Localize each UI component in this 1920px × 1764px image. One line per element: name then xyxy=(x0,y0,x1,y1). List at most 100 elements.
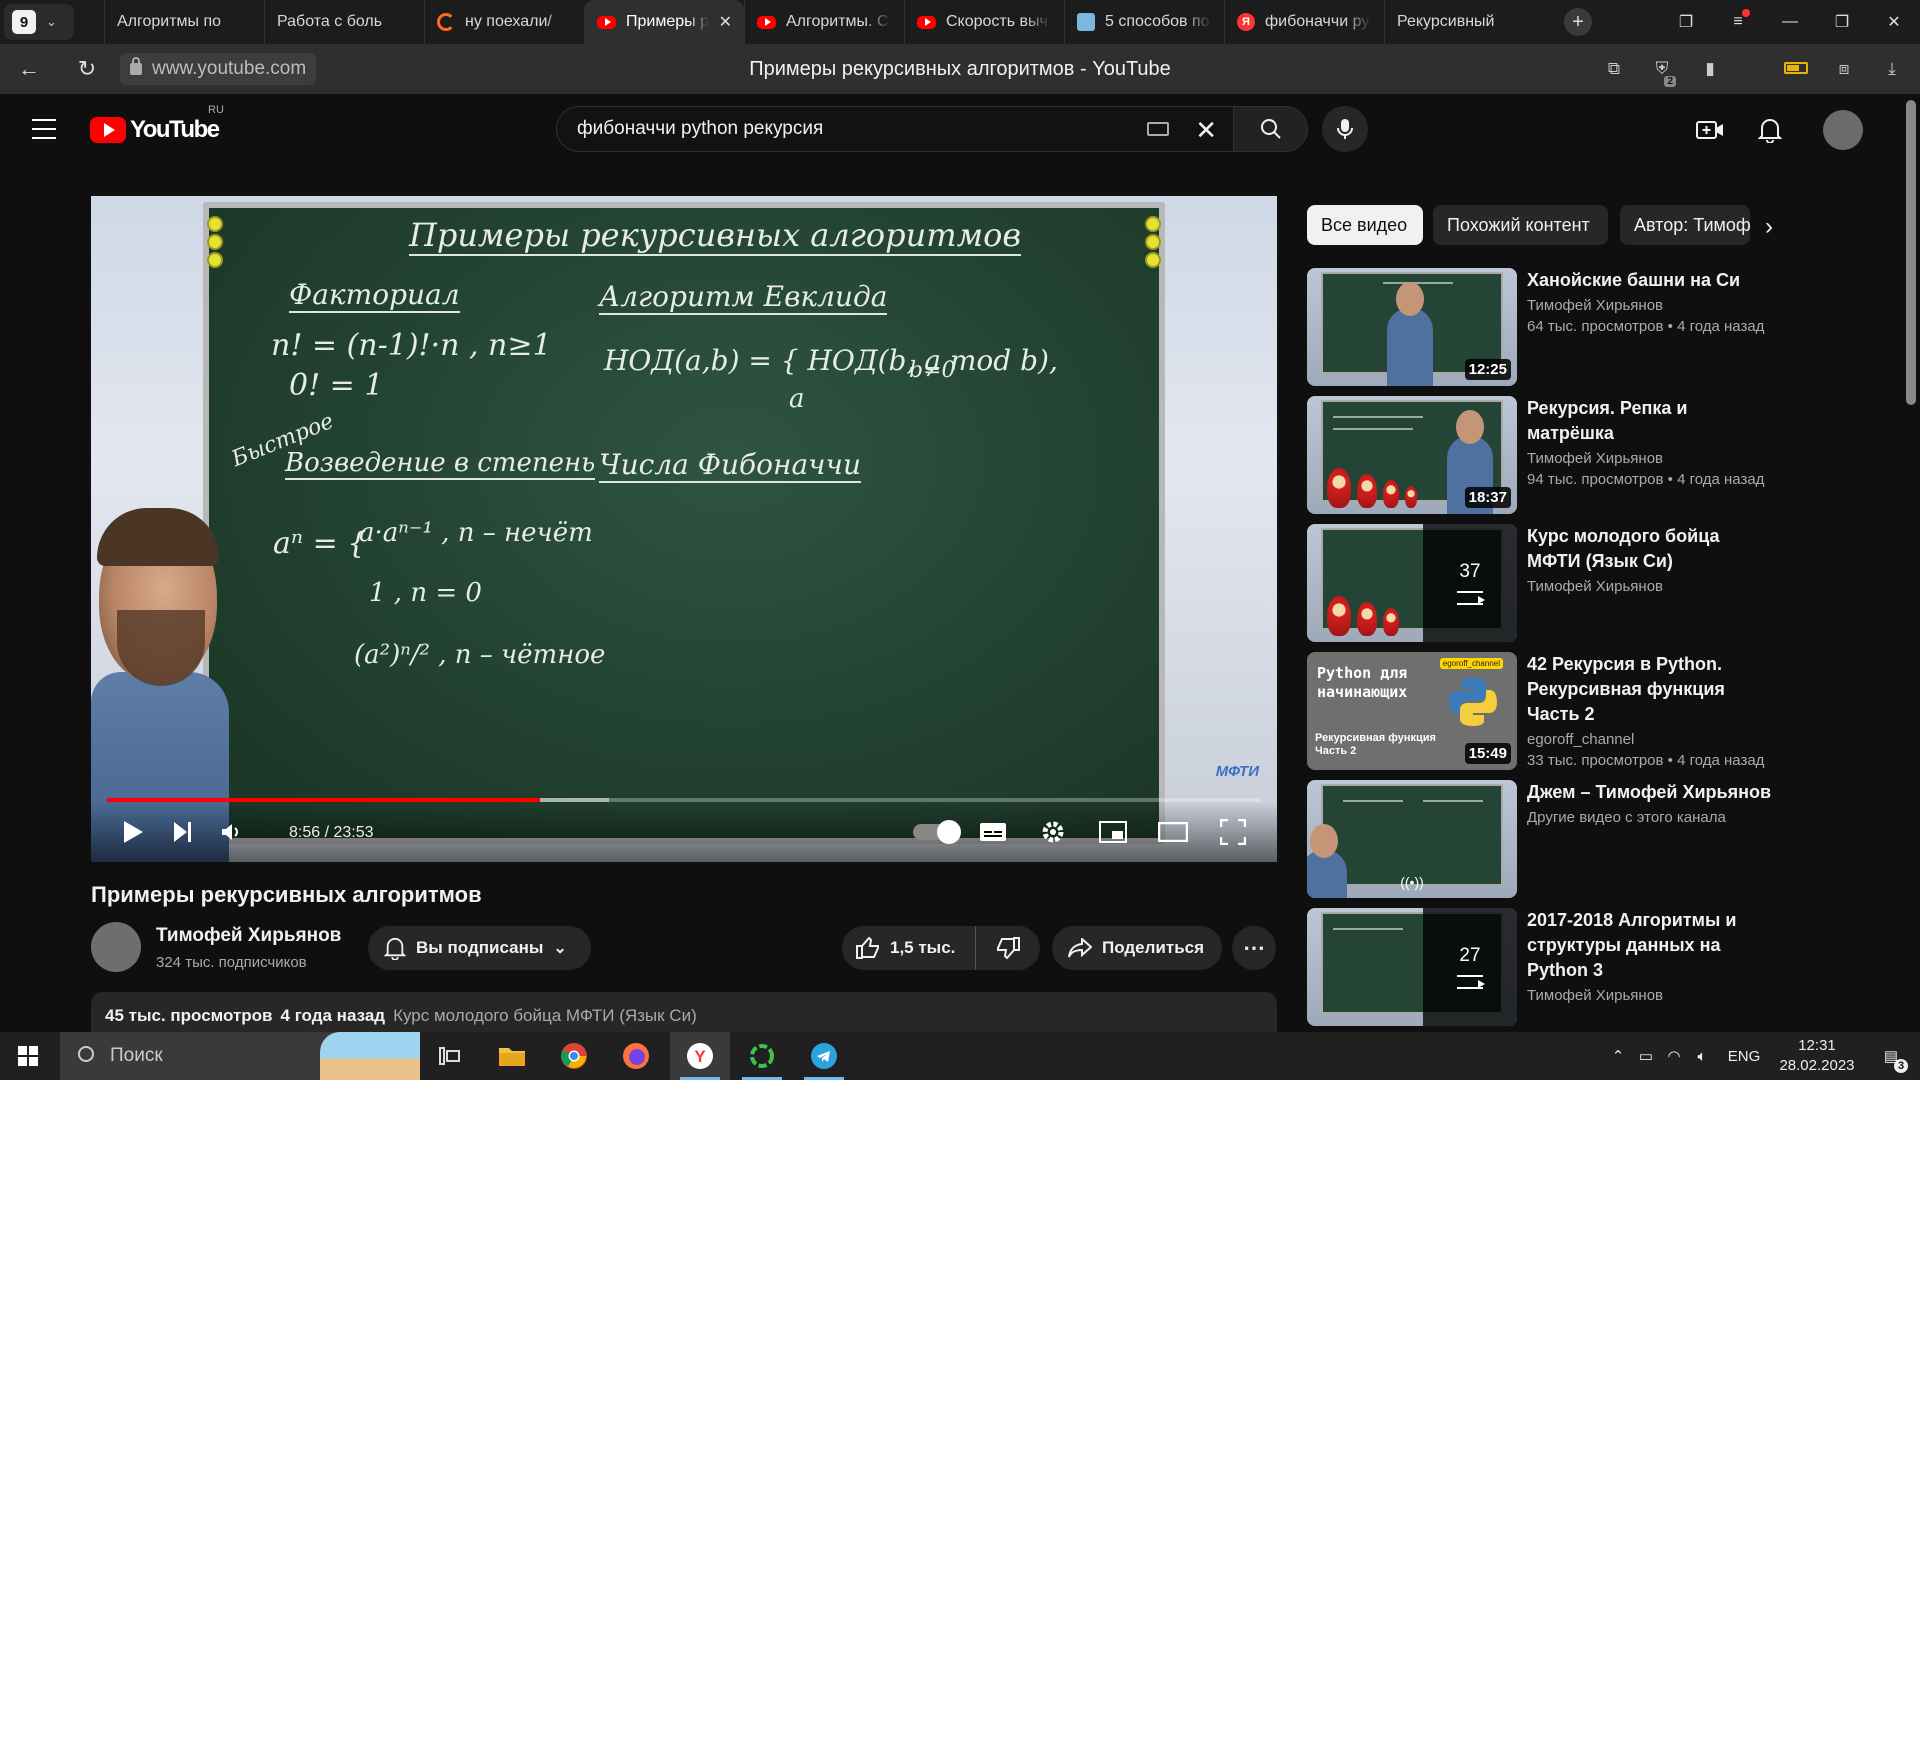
magnet xyxy=(1145,252,1161,268)
input-language[interactable]: ENG xyxy=(1716,1048,1772,1065)
back-arrow-icon[interactable]: ← xyxy=(0,56,58,82)
browser-tab[interactable]: Работа с боль xyxy=(264,0,424,44)
channel-avatar[interactable] xyxy=(91,922,141,972)
notifications-button[interactable] xyxy=(1754,114,1786,146)
browser-tab[interactable]: Алгоритмы по xyxy=(104,0,264,44)
playlist-count: 37 xyxy=(1459,561,1481,582)
autoplay-switch-icon xyxy=(913,820,961,844)
page-scrollbar[interactable] xyxy=(1906,100,1916,405)
clear-search-icon[interactable]: ✕ xyxy=(1195,115,1217,146)
battery-saver-icon[interactable] xyxy=(1776,59,1816,79)
play-button[interactable] xyxy=(111,810,155,854)
restore-button[interactable]: ❐ xyxy=(1816,12,1868,32)
video-thumbnail[interactable]: 12:25 xyxy=(1307,268,1517,386)
notification-center-icon[interactable]: ▤ 3 xyxy=(1862,1047,1920,1073)
miniplayer-button[interactable] xyxy=(1091,810,1135,854)
url-field[interactable]: www.youtube.com xyxy=(120,53,317,85)
green-app-icon[interactable] xyxy=(732,1032,792,1080)
video-player[interactable]: Примеры рекурсивных алгоритмов Факториал… xyxy=(91,196,1277,862)
live-thumbnail[interactable]: ((•)) xyxy=(1307,780,1517,898)
subtitles-button[interactable] xyxy=(971,810,1015,854)
share-button[interactable]: Поделиться xyxy=(1052,926,1222,970)
protect-icon[interactable]: ⛨ 2 xyxy=(1642,59,1682,87)
collections-icon[interactable]: ❐ xyxy=(1660,12,1712,32)
menu-icon[interactable]: ≡ xyxy=(1712,9,1764,31)
youtube-logo[interactable]: YouTube RU xyxy=(90,104,224,144)
task-view-icon[interactable] xyxy=(420,1032,480,1080)
recommendation-item[interactable]: 18:37 Рекурсия. Репка и матрёшка Тимофей… xyxy=(1307,396,1777,514)
wifi-icon[interactable]: ◠ xyxy=(1660,1047,1688,1065)
chip-author[interactable]: Автор: Тимофей Хирьянов xyxy=(1620,205,1750,245)
extensions-icon[interactable]: ⧈ xyxy=(1824,59,1864,79)
browser-tab[interactable]: Рекурсивный xyxy=(1384,0,1544,44)
tab-count: 9 xyxy=(12,10,36,34)
playlist-thumbnail[interactable]: 37 xyxy=(1307,524,1517,642)
star-favicon-icon xyxy=(1077,13,1095,31)
browser-tab[interactable]: Алгоритмы. С xyxy=(744,0,904,44)
chip-related[interactable]: Похожий контент xyxy=(1433,205,1608,245)
recommendation-channel: Тимофей Хирьянов xyxy=(1527,987,1664,1004)
time-total: 23:53 xyxy=(333,824,374,841)
description-playlist[interactable]: Курс молодого бойца МФТИ (Язык Си) xyxy=(393,1006,697,1025)
yandex-browser-icon[interactable]: Y xyxy=(670,1032,730,1080)
recommendation-meta: 33 тыс. просмотров • 4 года назад xyxy=(1527,752,1765,769)
playlist-count: 27 xyxy=(1459,945,1481,966)
chevron-up-icon[interactable]: ⌃ xyxy=(1604,1047,1632,1065)
browser-tab[interactable]: Скорость выч xyxy=(904,0,1064,44)
recommendation-item[interactable]: 37 Курс молодого бойца МФТИ (Язык Си) Ти… xyxy=(1307,524,1777,642)
channel-name[interactable]: Тимофей Хирьянов xyxy=(156,925,341,947)
mute-button[interactable] xyxy=(209,810,253,854)
reload-icon[interactable]: ↻ xyxy=(58,56,116,82)
playlist-thumbnail[interactable]: 27 xyxy=(1307,908,1517,1026)
chevron-right-icon[interactable]: › xyxy=(1765,213,1773,241)
browser-tab[interactable]: 5 способов по xyxy=(1064,0,1224,44)
download-icon[interactable]: ⤓ xyxy=(1872,59,1912,79)
telegram-icon[interactable] xyxy=(794,1032,854,1080)
browser-tab[interactable]: Яфибоначчи ру xyxy=(1224,0,1384,44)
subscribed-button[interactable]: Вы подписаны ⌄ xyxy=(368,926,591,970)
close-tab-icon[interactable]: ✕ xyxy=(719,12,732,32)
tab-counter-button[interactable]: 9 ⌄ xyxy=(4,4,74,40)
browser-tab-active[interactable]: Примеры р ✕ xyxy=(584,0,744,44)
more-actions-button[interactable]: ⋯ xyxy=(1232,926,1276,970)
user-avatar[interactable] xyxy=(1823,110,1863,150)
close-window-button[interactable]: ✕ xyxy=(1868,12,1920,32)
chip-all-videos[interactable]: Все видео xyxy=(1307,205,1423,245)
search-input[interactable]: фибоначчи python рекурсия ✕ xyxy=(556,106,1234,152)
chevron-down-icon: ⌄ xyxy=(46,14,57,29)
keyboard-icon[interactable] xyxy=(1147,122,1169,136)
next-button[interactable] xyxy=(161,810,205,854)
taskbar-search[interactable]: Поиск xyxy=(60,1032,420,1080)
autoplay-toggle[interactable] xyxy=(907,810,963,854)
dislike-button[interactable] xyxy=(976,926,1040,970)
settings-button[interactable] xyxy=(1031,810,1075,854)
board-power-case3: (a²)ⁿ/² , n – чётное xyxy=(354,640,606,670)
theater-mode-button[interactable] xyxy=(1151,810,1195,854)
recommendation-item[interactable]: ((•)) Джем – Тимофей Хирьянов Другие вид… xyxy=(1307,780,1777,898)
clock[interactable]: 12:31 28.02.2023 xyxy=(1772,1036,1862,1076)
recommendation-item[interactable]: 12:25 Ханойские башни на Си Тимофей Хирь… xyxy=(1307,268,1777,386)
chrome-icon[interactable] xyxy=(544,1032,604,1080)
voice-search-button[interactable] xyxy=(1322,106,1368,152)
bell-icon xyxy=(1758,119,1782,143)
battery-icon[interactable]: ▭ xyxy=(1632,1047,1660,1065)
like-button[interactable]: 1,5 тыс. xyxy=(842,926,976,970)
video-thumbnail[interactable]: 18:37 xyxy=(1307,396,1517,514)
menu-hamburger-icon[interactable] xyxy=(32,119,56,139)
recommendation-item[interactable]: Python для начинающих egoroff_channel Ре… xyxy=(1307,652,1777,770)
minimize-button[interactable]: — xyxy=(1764,13,1816,31)
firefox-icon[interactable] xyxy=(606,1032,666,1080)
file-explorer-icon[interactable] xyxy=(482,1032,542,1080)
new-tab-button[interactable]: + xyxy=(1564,8,1592,36)
video-thumbnail[interactable]: Python для начинающих egoroff_channel Ре… xyxy=(1307,652,1517,770)
youtube-play-logo-icon xyxy=(90,117,126,143)
browser-tab[interactable]: ну поехали/ xyxy=(424,0,584,44)
speaker-icon[interactable]: 🔈︎ xyxy=(1688,1048,1716,1065)
recommendation-item[interactable]: 27 2017-2018 Алгоритмы и структуры данны… xyxy=(1307,908,1777,1026)
create-video-button[interactable] xyxy=(1694,114,1726,146)
search-button[interactable] xyxy=(1234,106,1308,152)
bookmark-icon[interactable]: ▮ xyxy=(1690,59,1730,79)
windows-start-icon[interactable] xyxy=(18,1046,38,1066)
fullscreen-button[interactable] xyxy=(1211,810,1255,854)
copy-link-icon[interactable]: ⧉ xyxy=(1594,59,1634,79)
